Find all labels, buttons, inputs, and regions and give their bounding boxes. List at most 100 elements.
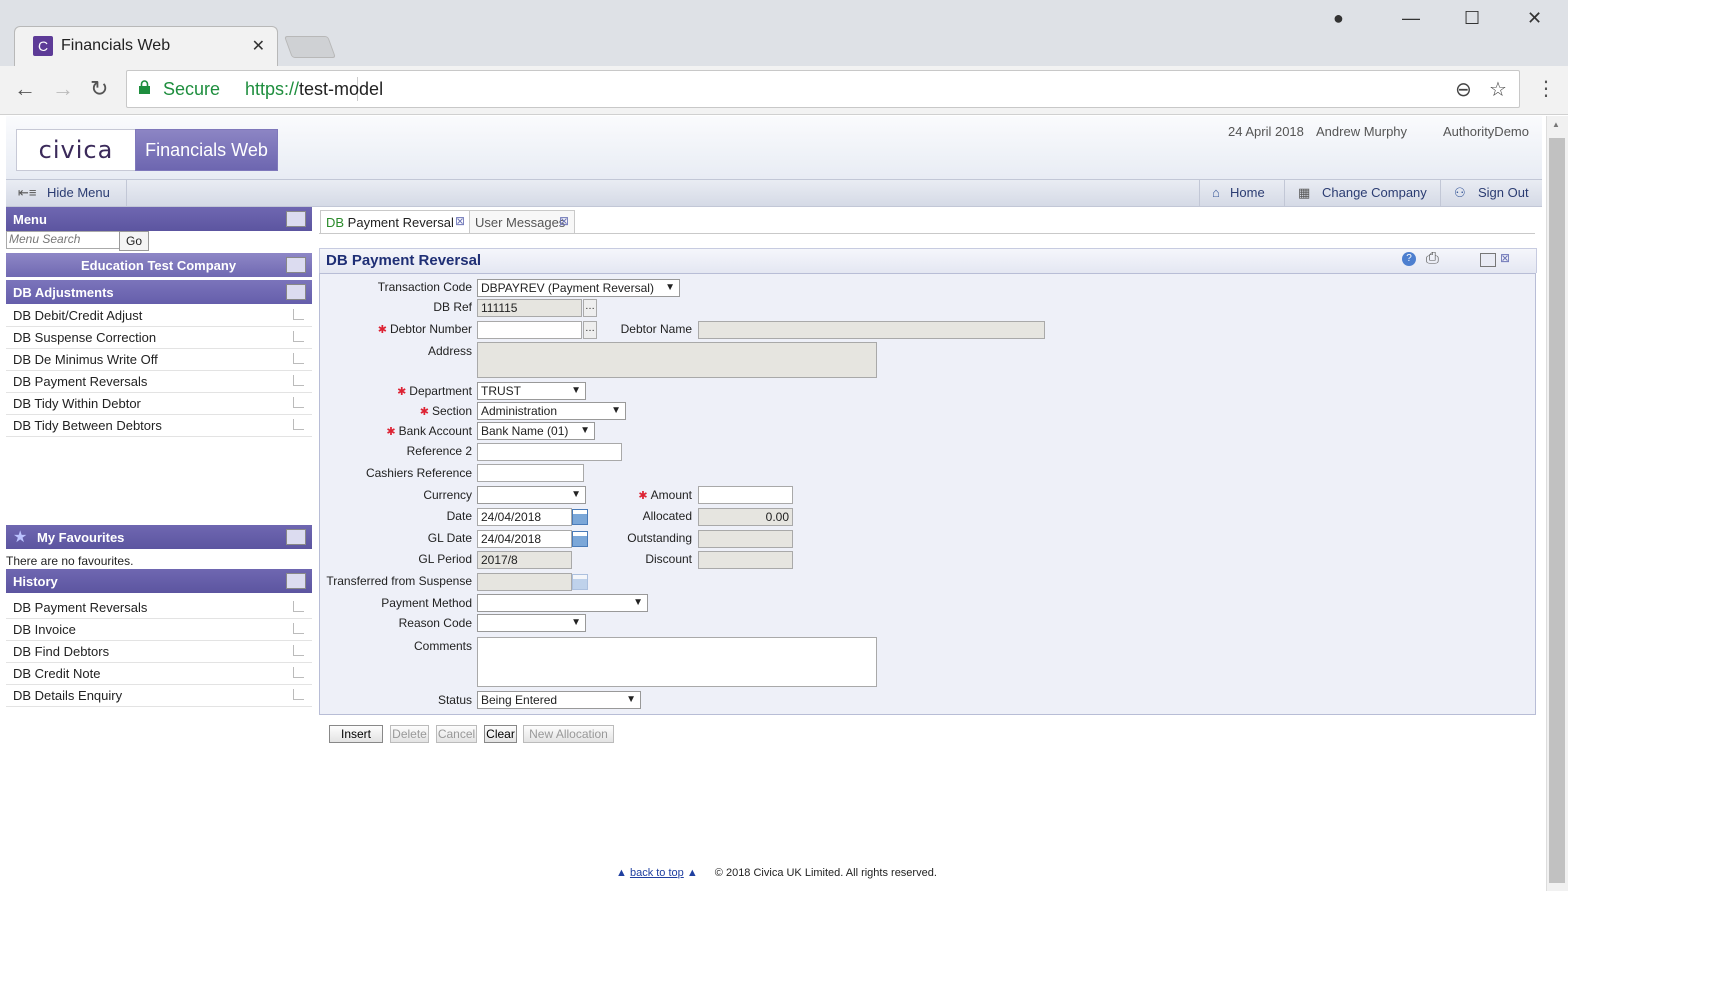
open-external-icon[interactable] — [293, 601, 304, 612]
cancel-button[interactable]: Cancel — [436, 725, 477, 743]
maximize-panel-icon[interactable] — [1480, 253, 1496, 267]
hide-menu-icon[interactable]: ⇤≡ — [18, 185, 36, 201]
forward-arrow-icon[interactable]: → — [52, 76, 74, 102]
tab-user-messages[interactable]: User Messages ⊠ — [469, 210, 575, 233]
calendar-icon[interactable] — [572, 531, 588, 547]
department-select[interactable]: TRUST ▼ — [477, 382, 586, 400]
sidebar-item-db-tidy-between-debtors[interactable]: DB Tidy Between Debtors — [6, 415, 312, 437]
minimize-icon[interactable]: — — [1402, 8, 1420, 29]
history-item[interactable]: DB Details Enquiry — [6, 685, 312, 707]
profile-icon[interactable]: ● — [1333, 8, 1344, 29]
debtor-number-field[interactable] — [477, 321, 582, 339]
change-company-link[interactable]: Change Company — [1322, 185, 1427, 200]
history-item[interactable]: DB Find Debtors — [6, 641, 312, 663]
close-window-icon[interactable]: ✕ — [1527, 8, 1542, 29]
calendar-icon[interactable] — [572, 509, 588, 525]
back-arrow-icon[interactable]: ← — [14, 76, 36, 102]
company-toggle-icon[interactable] — [286, 257, 306, 273]
sidebar-item-db-tidy-within-debtor[interactable]: DB Tidy Within Debtor — [6, 393, 312, 415]
discount-field[interactable] — [698, 551, 793, 569]
history-item[interactable]: DB Credit Note — [6, 663, 312, 685]
close-panel-icon[interactable]: ⊠ — [1500, 251, 1510, 265]
bookmark-star-icon[interactable]: ☆ — [1489, 77, 1507, 102]
hide-menu-button[interactable]: Hide Menu — [47, 185, 110, 200]
gl-date-field[interactable]: 24/04/2018 — [477, 530, 572, 548]
new-tab-button[interactable] — [283, 36, 337, 58]
address-bar[interactable]: Secure https://test-model ⊖ ☆ — [126, 70, 1520, 108]
cashiers-reference-field[interactable] — [477, 464, 584, 482]
history-item[interactable]: DB Payment Reversals — [6, 597, 312, 619]
gl-period-field[interactable]: 2017/8 — [477, 551, 572, 569]
open-external-icon[interactable] — [293, 353, 304, 364]
pane-toggle-icon[interactable] — [286, 573, 306, 589]
open-external-icon[interactable] — [293, 419, 304, 430]
date-field[interactable]: 24/04/2018 — [477, 508, 572, 526]
sidebar-item-db-de-minimus-write-off[interactable]: DB De Minimus Write Off — [6, 349, 312, 371]
tab-db-payment-reversal[interactable]: DB Payment Reversal ⊠ — [320, 210, 470, 233]
open-external-icon[interactable] — [293, 309, 304, 320]
open-external-icon[interactable] — [293, 689, 304, 700]
new-allocation-button[interactable]: New Allocation — [523, 725, 614, 743]
sidebar-item-db-suspense-correction[interactable]: DB Suspense Correction — [6, 327, 312, 349]
sidebar-item-db-payment-reversals[interactable]: DB Payment Reversals — [6, 371, 312, 393]
browser-tab[interactable]: C Financials Web ✕ — [14, 26, 278, 67]
payment-method-select[interactable]: ▼ — [477, 594, 648, 612]
reload-icon[interactable]: ↻ — [90, 76, 108, 102]
open-external-icon[interactable] — [293, 623, 304, 634]
db-adjustments-header[interactable]: DB Adjustments — [6, 280, 312, 304]
open-external-icon[interactable] — [293, 331, 304, 342]
help-icon[interactable]: ? — [1402, 252, 1416, 266]
delete-button[interactable]: Delete — [390, 725, 429, 743]
insert-button[interactable]: Insert — [329, 725, 383, 743]
print-icon[interactable]: ⎙ — [1426, 250, 1439, 268]
history-item[interactable]: DB Invoice — [6, 619, 312, 641]
pane-toggle-icon[interactable] — [286, 211, 306, 227]
debtor-lookup-button[interactable]: … — [583, 321, 597, 339]
menu-pane-header: Menu — [6, 207, 312, 231]
maximize-icon[interactable]: ☐ — [1464, 8, 1480, 29]
db-ref-lookup-button[interactable]: … — [583, 299, 597, 317]
allocated-field[interactable]: 0.00 — [698, 508, 793, 526]
back-to-top-link[interactable]: back to top — [630, 867, 684, 879]
page-scrollbar[interactable]: ▲ — [1546, 116, 1568, 891]
open-external-icon[interactable] — [293, 645, 304, 656]
open-external-icon[interactable] — [293, 397, 304, 408]
clear-button[interactable]: Clear — [484, 725, 517, 743]
transferred-from-suspense-field[interactable] — [477, 573, 572, 591]
scrollbar-thumb[interactable] — [1549, 138, 1565, 883]
pane-toggle-icon[interactable] — [286, 529, 306, 545]
sign-out-icon[interactable]: ⚇ — [1454, 185, 1466, 201]
open-external-icon[interactable] — [293, 667, 304, 678]
zoom-icon[interactable]: ⊖ — [1455, 77, 1472, 102]
outstanding-field[interactable] — [698, 530, 793, 548]
transaction-code-select[interactable]: DBPAYREV (Payment Reversal) ▼ — [477, 279, 680, 297]
sidebar-item-db-debit-credit-adjust[interactable]: DB Debit/Credit Adjust — [6, 305, 312, 327]
header-authority: AuthorityDemo — [1443, 124, 1529, 139]
close-tab-icon[interactable]: ⊠ — [455, 214, 465, 228]
menu-search-go-button[interactable]: Go — [119, 231, 149, 251]
home-link[interactable]: Home — [1230, 185, 1265, 200]
address-field[interactable] — [477, 342, 877, 378]
reference2-field[interactable] — [477, 443, 622, 461]
debtor-name-field[interactable] — [698, 321, 1045, 339]
open-external-icon[interactable] — [293, 375, 304, 386]
scroll-up-icon[interactable]: ▲ — [1552, 120, 1560, 129]
reason-code-select[interactable]: ▼ — [477, 614, 586, 632]
status-select[interactable]: Being Entered ▼ — [477, 691, 641, 709]
url-text[interactable]: https://test-model — [245, 79, 383, 100]
brand-title: Financials Web — [135, 129, 278, 171]
section-collapse-icon[interactable] — [286, 284, 306, 300]
comments-field[interactable] — [477, 637, 877, 687]
amount-field[interactable] — [698, 486, 793, 504]
currency-select[interactable]: ▼ — [477, 486, 586, 504]
menu-search-input[interactable]: Menu Search — [6, 231, 120, 249]
close-tab-icon[interactable]: ⊠ — [559, 214, 569, 228]
close-tab-icon[interactable]: ✕ — [252, 36, 265, 56]
building-icon[interactable]: ▦ — [1298, 185, 1310, 201]
sign-out-link[interactable]: Sign Out — [1478, 185, 1529, 200]
chrome-menu-icon[interactable]: ⋮ — [1536, 76, 1556, 101]
bank-account-select[interactable]: Bank Name (01) ▼ — [477, 422, 595, 440]
db-ref-field[interactable]: 111115 — [477, 299, 582, 317]
home-icon[interactable]: ⌂ — [1212, 185, 1220, 200]
section-select[interactable]: Administration ▼ — [477, 402, 626, 420]
